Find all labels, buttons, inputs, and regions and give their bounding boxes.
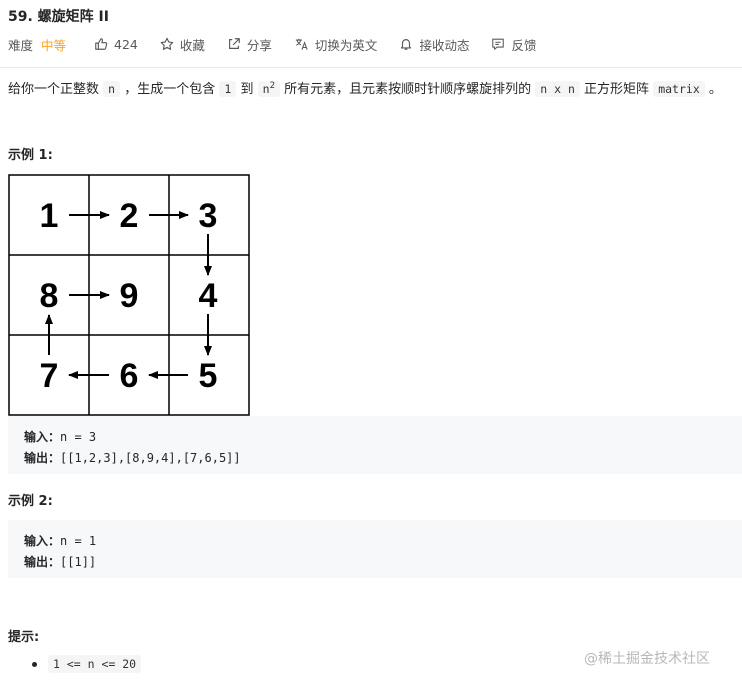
like-button[interactable]: 424 [94,37,138,52]
hint-bullet [32,662,37,667]
input-label: 输入： [24,430,61,444]
example-2-code-block: 输入：n = 1 输出：[[1]] [8,520,742,578]
notify-button[interactable]: 接收动态 [399,35,469,54]
example-2-heading: 示例 2: [8,494,53,509]
cell-7: 6 [120,357,139,395]
difficulty-label: 难度 [8,37,34,53]
cell-6: 7 [40,357,59,395]
star-icon [160,37,174,50]
translate-icon [295,38,308,50]
thumbs-up-icon [95,38,108,50]
cell-3: 8 [40,277,59,315]
problem-description: 给你一个正整数 n ，生成一个包含 1 到 n2 所有元素，且元素按顺时针顺序螺… [8,81,722,97]
difficulty-badge: 中等 [41,37,67,53]
output-label: 输出： [24,555,61,569]
spiral-matrix-diagram: 1 2 3 8 9 4 7 6 5 [8,174,250,416]
notify-label: 接收动态 [419,37,470,53]
cell-8: 5 [199,357,218,395]
switch-language-label: 切换为英文 [314,37,378,53]
switch-language-button[interactable]: 切换为英文 [294,35,378,54]
cell-4: 9 [120,277,139,315]
cell-5: 4 [199,277,218,315]
bell-icon [401,39,412,50]
feedback-label: 反馈 [511,37,537,53]
header-divider [0,67,742,68]
share-label: 分享 [246,37,272,53]
example-1-output: [[1,2,3],[8,9,4],[7,6,5]] [60,451,241,465]
cell-0: 1 [40,197,59,235]
cell-2: 3 [199,197,218,235]
example-1-input: n = 3 [60,430,97,444]
like-count: 424 [114,36,138,52]
problem-meta-bar: 难度 中等 424 收藏 分享 切换为英文 接收动态 反馈 [8,34,558,54]
favorite-button[interactable]: 收藏 [160,35,205,54]
hints-heading: 提示: [8,630,40,645]
hint-constraint: 1 <= n <= 20 [48,655,142,673]
example-1-heading: 示例 1: [8,148,53,163]
cell-1: 2 [120,197,139,235]
share-icon [228,38,240,49]
example-1-code-block: 输入：n = 3 输出：[[1,2,3],[8,9,4],[7,6,5]] [8,416,742,474]
feedback-button[interactable]: 反馈 [491,35,536,54]
output-label: 输出： [24,451,61,465]
input-label: 输入： [24,534,61,548]
example-2-output: [[1]] [60,555,97,569]
watermark: @稀土掘金技术社区 [584,651,710,667]
problem-title: 59. 螺旋矩阵 II [8,9,109,25]
favorite-label: 收藏 [179,37,205,53]
share-button[interactable]: 分享 [227,35,272,54]
feedback-icon [492,38,505,50]
example-2-input: n = 1 [60,534,97,548]
